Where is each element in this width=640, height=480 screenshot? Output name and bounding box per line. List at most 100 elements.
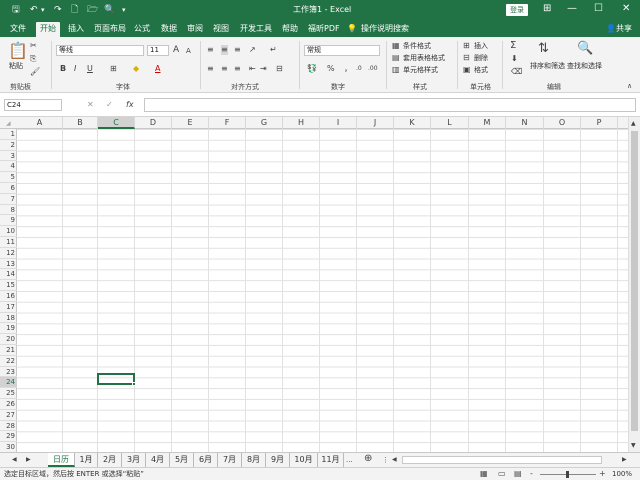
tab-insert[interactable]: 插入: [68, 23, 84, 34]
cell-styles-button[interactable]: 单元格样式: [403, 65, 438, 75]
column-header[interactable]: P: [581, 117, 618, 129]
redo-icon[interactable]: ↷: [54, 4, 62, 16]
column-header[interactable]: L: [431, 117, 469, 129]
tab-view[interactable]: 视图: [213, 23, 229, 34]
sheet-tab[interactable]: 11月: [318, 453, 344, 467]
column-header[interactable]: E: [172, 117, 209, 129]
row-header[interactable]: 9: [0, 215, 17, 227]
formula-input[interactable]: [144, 98, 636, 112]
sheet-tab[interactable]: 2月: [98, 453, 122, 467]
tab-developer[interactable]: 开发工具: [240, 23, 272, 34]
row-header[interactable]: 25: [0, 388, 17, 399]
row-header[interactable]: 27: [0, 410, 17, 421]
cell-grid[interactable]: [17, 129, 628, 452]
zoom-in-button[interactable]: +: [599, 469, 606, 479]
autosum-button[interactable]: Σ: [510, 41, 516, 51]
normal-view-icon[interactable]: ▦: [480, 469, 488, 479]
close-button[interactable]: ✕: [622, 3, 630, 15]
align-bottom-icon[interactable]: ≡: [234, 45, 241, 55]
row-header[interactable]: 13: [0, 259, 17, 270]
row-header[interactable]: 4: [0, 161, 17, 173]
font-name-select[interactable]: 等线: [56, 45, 144, 56]
hscroll-left-icon[interactable]: ◀: [392, 455, 397, 465]
cut-icon[interactable]: ✂: [30, 41, 37, 51]
sheet-tab[interactable]: 7月: [218, 453, 242, 467]
align-left-icon[interactable]: ≡: [207, 64, 214, 74]
underline-button[interactable]: U: [87, 64, 93, 74]
sort-filter-button[interactable]: 排序和筛选: [530, 61, 565, 71]
column-header[interactable]: B: [63, 117, 98, 129]
increase-decimal-icon[interactable]: .0: [356, 64, 362, 74]
align-center-icon[interactable]: ≡: [221, 64, 228, 74]
grow-font-icon[interactable]: A: [173, 45, 179, 55]
page-break-view-icon[interactable]: ▤: [514, 469, 522, 479]
cancel-formula-button[interactable]: ✕: [87, 100, 94, 110]
format-as-table-button[interactable]: 套用表格格式: [403, 53, 445, 63]
row-header[interactable]: 29: [0, 431, 17, 443]
share-icon[interactable]: 👤: [606, 23, 616, 34]
column-header[interactable]: J: [357, 117, 394, 129]
sheet-tab[interactable]: 1月: [75, 453, 98, 467]
orientation-icon[interactable]: ↗: [249, 45, 256, 55]
decrease-indent-icon[interactable]: ⇤: [249, 64, 256, 74]
maximize-button[interactable]: ☐: [594, 3, 603, 15]
row-header[interactable]: 20: [0, 334, 17, 345]
font-color-icon[interactable]: A: [155, 64, 160, 74]
column-header[interactable]: I: [320, 117, 357, 129]
column-header[interactable]: H: [283, 117, 320, 129]
undo-dropdown-icon[interactable]: ▾: [41, 4, 45, 16]
border-icon[interactable]: ⊞: [110, 64, 117, 74]
row-header[interactable]: 14: [0, 269, 17, 281]
merge-center-icon[interactable]: ⊟: [276, 64, 283, 74]
prev-sheet-icon[interactable]: ◀: [12, 455, 17, 465]
decrease-decimal-icon[interactable]: .00: [368, 64, 378, 74]
tab-help[interactable]: 帮助: [282, 23, 298, 34]
increase-indent-icon[interactable]: ⇥: [260, 64, 267, 74]
insert-function-button[interactable]: fx: [126, 100, 134, 110]
zoom-level[interactable]: 100%: [612, 469, 632, 479]
column-header[interactable]: F: [209, 117, 246, 129]
tab-home[interactable]: 开始: [36, 22, 60, 37]
number-format-select[interactable]: 常规: [304, 45, 380, 56]
add-sheet-icon[interactable]: ⊕: [364, 454, 372, 464]
fill-handle[interactable]: [132, 382, 136, 386]
hscroll-right-icon[interactable]: ▶: [622, 455, 627, 465]
shrink-font-icon[interactable]: A: [186, 46, 191, 56]
row-header[interactable]: 23: [0, 367, 17, 378]
save-icon[interactable]: 🖫: [12, 4, 20, 16]
fill-icon[interactable]: ⬇: [511, 54, 518, 64]
row-header[interactable]: 19: [0, 323, 17, 335]
row-header[interactable]: 8: [0, 205, 17, 216]
row-header[interactable]: 6: [0, 183, 17, 194]
format-painter-icon[interactable]: 🖌: [30, 67, 40, 77]
share-button[interactable]: 共享: [616, 23, 632, 34]
scroll-down-icon[interactable]: ▼: [631, 441, 636, 451]
column-header[interactable]: M: [469, 117, 506, 129]
sheet-tab[interactable]: 5月: [170, 453, 194, 467]
sheet-tab[interactable]: 10月: [290, 453, 318, 467]
qat-customize-icon[interactable]: ▾: [122, 4, 126, 16]
tab-data[interactable]: 数据: [161, 23, 177, 34]
zoom-slider-thumb[interactable]: [566, 471, 569, 478]
tab-page-layout[interactable]: 页面布局: [94, 23, 126, 34]
insert-cells-button[interactable]: 插入: [474, 41, 488, 51]
column-header[interactable]: A: [17, 117, 63, 129]
italic-button[interactable]: I: [74, 64, 76, 74]
sheet-tab[interactable]: 8月: [242, 453, 266, 467]
page-layout-view-icon[interactable]: ▭: [498, 469, 506, 479]
selected-cell[interactable]: [97, 373, 135, 385]
enter-formula-button[interactable]: ✓: [106, 100, 113, 110]
bold-button[interactable]: B: [60, 64, 66, 74]
wrap-text-icon[interactable]: ↵: [270, 45, 277, 55]
column-header[interactable]: N: [506, 117, 544, 129]
row-header[interactable]: 5: [0, 172, 17, 183]
print-preview-icon[interactable]: 🔍: [104, 4, 115, 16]
name-box[interactable]: C24: [4, 99, 62, 111]
align-right-icon[interactable]: ≡: [234, 64, 241, 74]
row-header[interactable]: 7: [0, 194, 17, 205]
tab-foxit-pdf[interactable]: 福昕PDF: [308, 23, 340, 34]
minimize-button[interactable]: —: [567, 3, 577, 15]
format-cells-button[interactable]: 格式: [474, 65, 488, 75]
scroll-up-icon[interactable]: ▲: [631, 119, 636, 129]
row-header[interactable]: 16: [0, 291, 17, 302]
